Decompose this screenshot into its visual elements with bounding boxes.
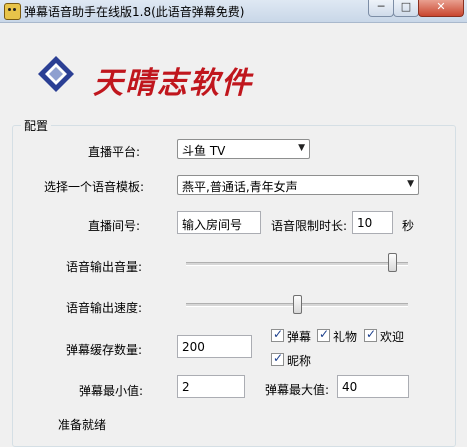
checkbox-welcome[interactable] — [364, 327, 377, 342]
dropdown-arrow-icon: ▼ — [407, 179, 414, 189]
minimize-button[interactable]: ─ — [368, 0, 394, 17]
checkbox-danmaku[interactable] — [271, 327, 284, 342]
volume-slider-track[interactable] — [186, 262, 408, 266]
template-label: 选择一个语音模板: — [44, 180, 145, 194]
min-value-label: 弹幕最小值: — [79, 384, 144, 398]
title-bar[interactable]: 弹幕语音助手在线版1.8(此语音弹幕免费) ─ □ ✕ — [0, 0, 467, 23]
checkbox-danmaku-label: 弹幕 — [287, 330, 312, 344]
min-value-input[interactable]: 2 — [177, 375, 245, 398]
template-select[interactable]: 燕平,普通话,青年女声 ▼ — [177, 175, 419, 195]
volume-slider-thumb[interactable] — [388, 253, 398, 272]
time-limit-input[interactable]: 10 — [352, 211, 393, 234]
close-icon: ✕ — [436, 0, 446, 13]
checkbox-gift[interactable] — [317, 327, 330, 342]
maximize-icon: □ — [400, 0, 412, 13]
room-input[interactable]: 输入房间号 — [177, 211, 261, 234]
time-limit-unit: 秒 — [402, 219, 415, 233]
min-value: 2 — [182, 380, 190, 394]
app-icon — [4, 3, 21, 20]
room-value: 输入房间号 — [182, 218, 243, 232]
close-button[interactable]: ✕ — [418, 0, 464, 17]
room-label: 直播间号: — [88, 219, 141, 233]
window-title: 弹幕语音助手在线版1.8(此语音弹幕免费) — [24, 5, 245, 19]
platform-label: 直播平台: — [88, 145, 141, 159]
time-limit-label: 语音限制时长: — [271, 219, 348, 233]
cache-label: 弹幕缓存数量: — [66, 343, 143, 357]
time-limit-value: 10 — [357, 216, 373, 230]
minimize-icon: ─ — [377, 0, 385, 13]
max-value-label: 弹幕最大值: — [265, 383, 330, 397]
dropdown-arrow-icon: ▼ — [298, 143, 305, 153]
max-value: 40 — [342, 380, 358, 394]
checkbox-gift-label: 礼物 — [333, 330, 358, 344]
checkbox-nickname[interactable] — [271, 351, 284, 366]
platform-select[interactable]: 斗鱼 TV ▼ — [177, 139, 310, 159]
config-group-title: 配置 — [21, 117, 52, 134]
cache-input[interactable]: 200 — [177, 335, 252, 358]
speed-label: 语音输出速度: — [66, 301, 143, 315]
max-value-input[interactable]: 40 — [337, 375, 409, 398]
cache-value: 200 — [182, 340, 205, 354]
brand-logo-text: 天晴志软件 — [93, 66, 253, 101]
platform-value: 斗鱼 TV — [182, 144, 226, 158]
logo-mark-icon — [38, 56, 74, 92]
checkbox-nickname-label: 昵称 — [287, 354, 312, 368]
speed-slider-thumb[interactable] — [292, 295, 302, 314]
checkbox-welcome-label: 欢迎 — [380, 330, 405, 344]
template-value: 燕平,普通话,青年女声 — [182, 180, 298, 194]
maximize-button[interactable]: □ — [393, 0, 419, 17]
volume-label: 语音输出音量: — [66, 260, 143, 274]
